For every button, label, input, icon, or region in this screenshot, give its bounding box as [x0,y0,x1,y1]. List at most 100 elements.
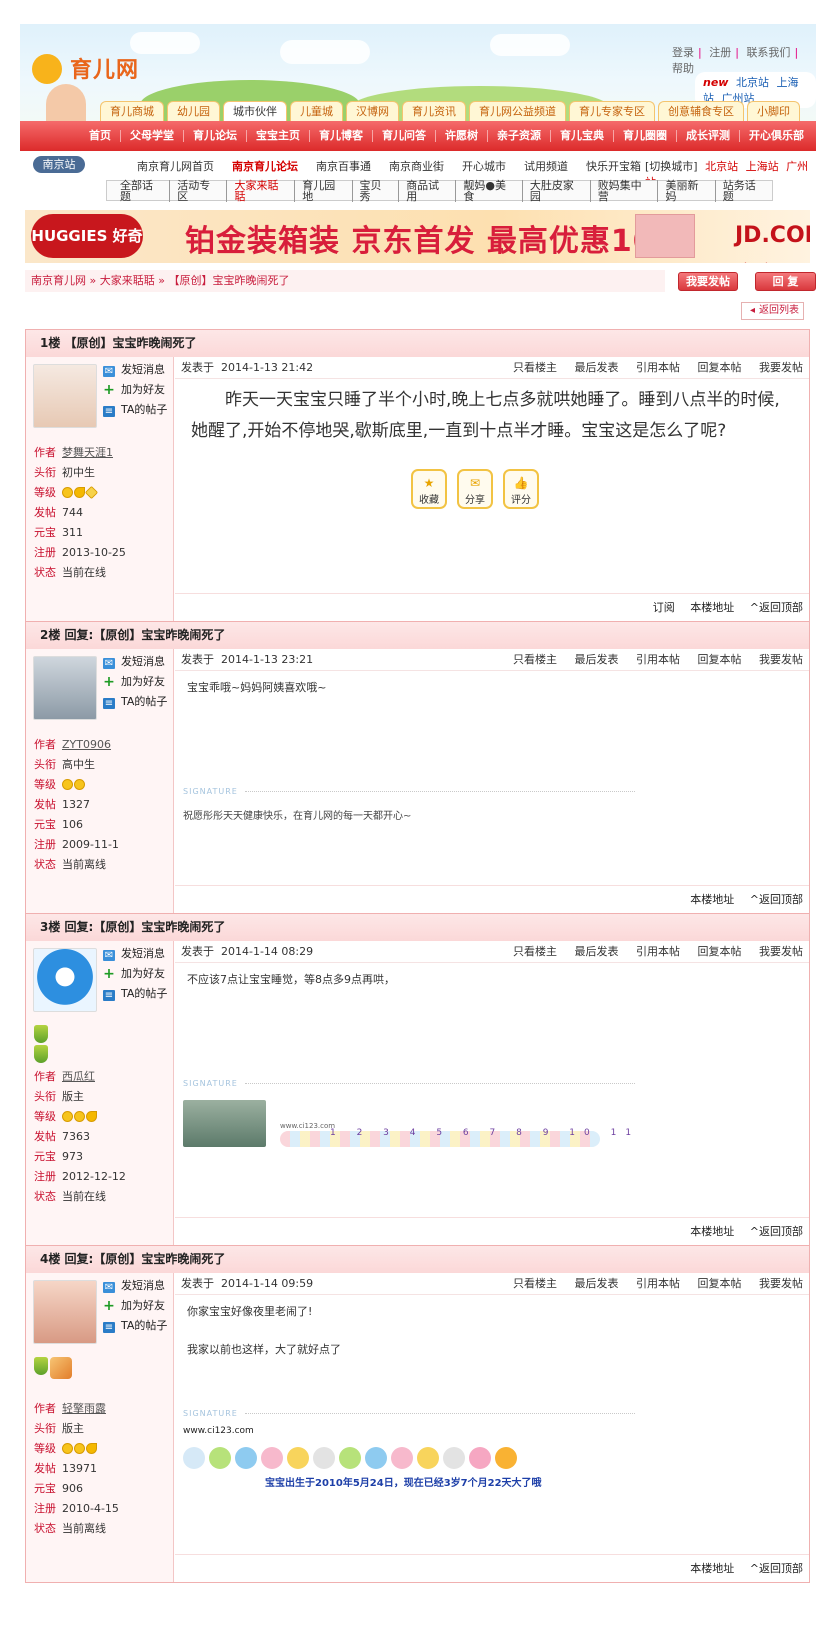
quote-link[interactable]: 引用本帖 [636,945,680,958]
quote-link[interactable]: 引用本帖 [636,1277,680,1290]
floor-link[interactable]: 本楼地址 [690,1562,734,1575]
quote-link[interactable]: 引用本帖 [636,361,680,374]
medal-icon[interactable] [34,1025,48,1043]
back-to-list-button[interactable]: 返回列表 [741,302,804,320]
main-nav-item[interactable]: 成长评测 [677,130,740,142]
subnav-link[interactable]: 南京育儿网首页 [128,158,223,174]
author-name[interactable]: 轻擎雨露 [62,1402,106,1415]
avatar[interactable] [33,364,97,428]
send-message-link[interactable]: ✉ 发短消息 [103,944,167,964]
main-nav-item[interactable]: 育儿问答 [373,130,436,142]
topic-link[interactable]: 宝贝秀 [353,179,400,202]
medal-icon[interactable] [34,1357,48,1375]
breadcrumb[interactable]: 南京育儿网 » 大家来聒聒 » 【原创】宝宝昨晚闹死了 [25,270,665,292]
channel-tab[interactable]: 育儿网公益频道 [469,101,566,121]
back-top-link[interactable]: ^返回顶部 [750,1225,803,1238]
new-post-link[interactable]: 我要发帖 [759,653,803,666]
channel-tab[interactable]: 汉博网 [346,101,399,121]
floor-link[interactable]: 本楼地址 [690,893,734,906]
back-top-link[interactable]: ^返回顶部 [750,893,803,906]
main-nav-item[interactable]: 亲子资源 [488,130,551,142]
rate-button[interactable]: 👍 评分 [503,469,539,509]
login-link[interactable]: 登录 [672,46,694,59]
favorite-button[interactable]: ★ 收藏 [411,469,447,509]
ad-banner[interactable]: HUGGIES 好奇 铂金装箱装 京东首发 最高优惠10% JD.COM 京东 [25,210,810,263]
reply-link[interactable]: 回复本帖 [698,653,742,666]
main-nav-item[interactable]: 育儿宝典 [551,130,614,142]
subnav-link[interactable]: 南京百事通 [307,158,380,174]
only-op-link[interactable]: 只看楼主 [513,361,557,374]
only-op-link[interactable]: 只看楼主 [513,945,557,958]
avatar[interactable] [33,1280,97,1344]
channel-tab[interactable]: 育儿专家专区 [569,101,655,121]
user-posts-link[interactable]: ≡ TA的帖子 [103,400,167,420]
channel-tab[interactable]: 育儿商城 [100,101,164,121]
back-top-link[interactable]: ^返回顶部 [750,601,803,614]
only-op-link[interactable]: 只看楼主 [513,1277,557,1290]
main-nav-item[interactable]: 开心俱乐部 [740,130,813,142]
topic-link[interactable]: 育儿园地 [295,179,353,202]
main-nav-item[interactable]: 父母学堂 [121,130,184,142]
new-post-button[interactable]: 我要发帖 [678,272,738,291]
author-name[interactable]: ZYT0906 [62,738,111,751]
main-nav-item[interactable]: 育儿博客 [310,130,373,142]
back-top-link[interactable]: ^返回顶部 [750,1562,803,1575]
medal-icon[interactable] [34,1045,48,1063]
add-friend-link[interactable]: + 加为好友 [103,1296,167,1316]
add-friend-link[interactable]: + 加为好友 [103,672,167,692]
send-message-link[interactable]: ✉ 发短消息 [103,1276,167,1296]
floor-link[interactable]: 本楼地址 [690,1225,734,1238]
gift-medal-icon[interactable] [50,1357,72,1379]
avatar[interactable] [33,948,97,1012]
topic-link[interactable]: 大肚皮家园 [523,179,591,202]
add-friend-link[interactable]: + 加为好友 [103,964,167,984]
topic-link[interactable]: 商品试用 [399,179,457,202]
floor-link[interactable]: 本楼地址 [690,601,734,614]
only-op-link[interactable]: 只看楼主 [513,653,557,666]
reply-link[interactable]: 回复本帖 [698,1277,742,1290]
last-post-link[interactable]: 最后发表 [575,653,619,666]
channel-tab[interactable]: 儿童城 [290,101,343,121]
main-nav-item[interactable]: 许愿树 [436,130,488,142]
register-link[interactable]: 注册 [709,46,731,59]
author-name[interactable]: 西瓜红 [62,1070,95,1083]
user-posts-link[interactable]: ≡ TA的帖子 [103,692,167,712]
help-link[interactable]: 帮助 [672,62,694,75]
send-message-link[interactable]: ✉ 发短消息 [103,360,167,380]
reply-link[interactable]: 回复本帖 [698,945,742,958]
subnav-link[interactable]: 快乐开宝箱 [577,158,650,174]
main-nav-item[interactable]: 育儿圈圈 [614,130,677,142]
topic-link[interactable]: 靓妈●美食 [456,179,523,202]
subnav-link-active[interactable]: 南京育儿论坛 [223,158,307,174]
channel-tab[interactable]: 幼儿园 [167,101,220,121]
main-nav-item[interactable]: 育儿论坛 [184,130,247,142]
subscribe-link[interactable]: 订阅 [653,601,675,614]
topic-link-active[interactable]: 大家来聒聒 [227,179,296,202]
switch-shanghai[interactable]: 上海站 [746,160,779,173]
user-posts-link[interactable]: ≡ TA的帖子 [103,1316,167,1336]
site-logo[interactable]: 育儿网 [70,52,139,84]
main-nav-item[interactable]: 宝宝主页 [247,130,310,142]
station-beijing[interactable]: 北京站 [736,76,769,89]
add-friend-link[interactable]: + 加为好友 [103,380,167,400]
subnav-link[interactable]: 试用频道 [515,158,577,174]
last-post-link[interactable]: 最后发表 [575,1277,619,1290]
last-post-link[interactable]: 最后发表 [575,945,619,958]
share-button[interactable]: ✉ 分享 [457,469,493,509]
quote-link[interactable]: 引用本帖 [636,653,680,666]
user-posts-link[interactable]: ≡ TA的帖子 [103,984,167,1004]
new-post-link[interactable]: 我要发帖 [759,1277,803,1290]
channel-tab[interactable]: 小脚印 [747,101,800,121]
switch-beijing[interactable]: 北京站 [705,160,738,173]
avatar[interactable] [33,656,97,720]
subnav-link[interactable]: 南京商业街 [380,158,453,174]
channel-tab-active[interactable]: 城市伙伴 [223,101,287,121]
reply-link[interactable]: 回复本帖 [698,361,742,374]
send-message-link[interactable]: ✉ 发短消息 [103,652,167,672]
reply-button[interactable]: 回 复 [755,272,816,291]
author-name[interactable]: 梦舞天涯1 [62,446,113,459]
contact-link[interactable]: 联系我们 [746,46,790,59]
new-post-link[interactable]: 我要发帖 [759,361,803,374]
subnav-link[interactable]: 开心城市 [453,158,515,174]
topic-link[interactable]: 全部话题 [113,179,171,202]
